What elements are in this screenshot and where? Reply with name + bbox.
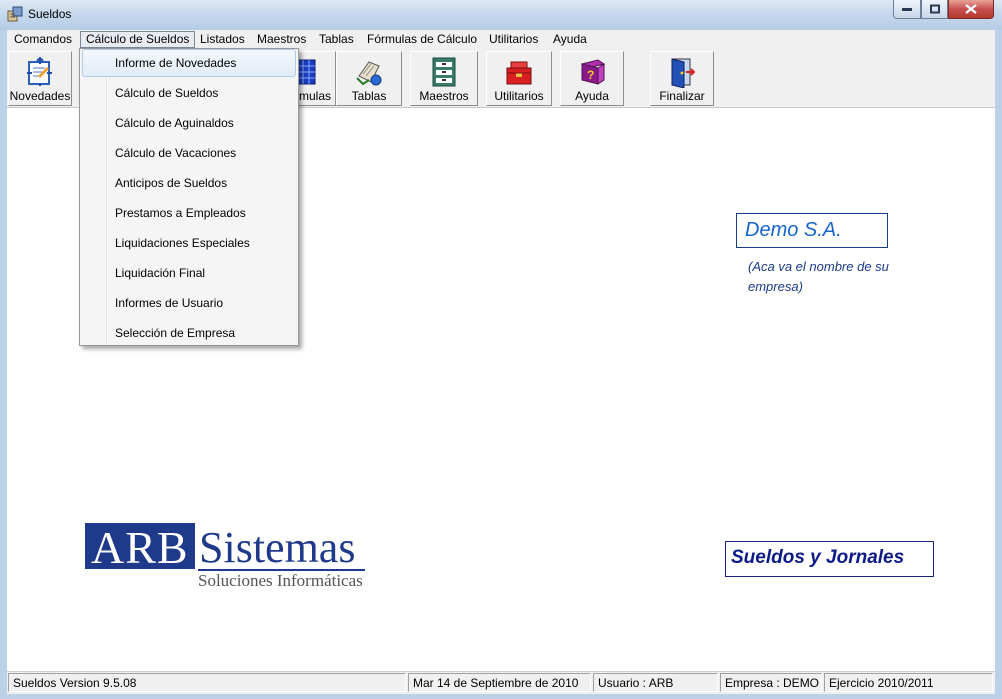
- finalizar-door-icon: [671, 58, 696, 88]
- menu-option-liquidacion-final[interactable]: Liquidación Final: [82, 259, 296, 287]
- menu-option-seleccion-de-empresa[interactable]: Selección de Empresa: [82, 319, 296, 347]
- maestros-icon: [432, 57, 456, 87]
- menu-option-liquidaciones-especiales[interactable]: Liquidaciones Especiales: [82, 229, 296, 257]
- window-title: Sueldos: [28, 7, 72, 21]
- menu-option-informe-de-novedades[interactable]: Informe de Novedades: [82, 49, 296, 77]
- maximize-button[interactable]: [921, 0, 948, 19]
- arb-sistemas-logo: ARB Sistemas Soluciones Informáticas: [85, 522, 370, 591]
- status-usuario: Usuario : ARB: [593, 673, 718, 692]
- menu-option-label: Selección de Empresa: [115, 326, 236, 340]
- menu-calculo-de-sueldos[interactable]: Cálculo de Sueldos: [80, 31, 196, 48]
- toolbar-tablas-label: Tablas: [351, 89, 387, 103]
- status-bar: Sueldos Version 9.5.08 Mar 14 de Septiem…: [7, 671, 995, 694]
- menu-option-label: Informe de Novedades: [115, 56, 237, 70]
- menu-option-label: Cálculo de Vacaciones: [115, 146, 237, 160]
- window-frame-left: [0, 30, 7, 699]
- menu-ayuda[interactable]: Ayuda: [548, 31, 592, 48]
- ayuda-book-icon: ?: [580, 59, 606, 85]
- menu-bar: Comandos Cálculo de Sueldos Listados Mae…: [7, 30, 995, 49]
- toolbar-utilitarios-button[interactable]: Utilitarios: [486, 51, 552, 106]
- toolbar-maestros-label: Maestros: [419, 89, 469, 103]
- company-note: (Aca va el nombre de su empresa): [748, 259, 889, 294]
- toolbar-finalizar-button[interactable]: Finalizar: [650, 51, 714, 106]
- svg-text:?: ?: [587, 68, 594, 82]
- close-button[interactable]: [948, 0, 994, 19]
- menu-option-informes-de-usuario[interactable]: Informes de Usuario: [82, 289, 296, 317]
- menu-comandos[interactable]: Comandos: [9, 31, 77, 48]
- status-empresa: Empresa : DEMO: [720, 673, 822, 692]
- close-icon: [965, 4, 977, 14]
- company-name: Demo S.A.: [745, 219, 842, 241]
- menu-option-prestamos-a-empleados[interactable]: Prestamos a Empleados: [82, 199, 296, 227]
- menu-option-label: Anticipos de Sueldos: [115, 176, 228, 190]
- status-date: Mar 14 de Septiembre de 2010: [408, 673, 591, 692]
- utilitarios-toolbox-icon: [506, 61, 532, 85]
- menu-option-calculo-de-aguinaldos[interactable]: Cálculo de Aguinaldos: [82, 109, 296, 137]
- status-ejercicio: Ejercicio 2010/2011: [824, 673, 993, 692]
- tablas-icon: [356, 61, 382, 86]
- menu-option-label: Liquidaciones Especiales: [115, 236, 250, 250]
- menu-option-calculo-de-vacaciones[interactable]: Cálculo de Vacaciones: [82, 139, 296, 167]
- menu-tablas[interactable]: Tablas: [314, 31, 359, 48]
- menu-maestros[interactable]: Maestros: [252, 31, 311, 48]
- toolbar-novedades-label: Novedades: [9, 89, 71, 103]
- toolbar-novedades-button[interactable]: Novedades: [8, 51, 72, 106]
- app-window: Sueldos Comandos Cálculo de Sueldos List…: [0, 0, 1002, 699]
- novedades-icon: [27, 56, 52, 86]
- product-name: Sueldos y Jornales: [731, 547, 905, 568]
- menu-listados[interactable]: Listados: [195, 31, 250, 48]
- window-frame-right: [995, 30, 1002, 699]
- toolbar-maestros-button[interactable]: Maestros: [410, 51, 478, 106]
- minimize-button[interactable]: [893, 0, 921, 19]
- company-name-box: Demo S.A.: [736, 213, 888, 248]
- logo-arb-text: ARB: [91, 522, 189, 573]
- app-icon: [7, 6, 23, 22]
- toolbar-tablas-button[interactable]: Tablas: [336, 51, 402, 106]
- maximize-icon: [929, 4, 940, 14]
- logo-tagline: Soluciones Informáticas: [198, 571, 363, 590]
- title-bar[interactable]: Sueldos: [0, 0, 1002, 30]
- minimize-icon: [902, 8, 912, 11]
- product-name-box: Sueldos y Jornales: [725, 541, 934, 577]
- menu-formulas-de-calculo[interactable]: Fórmulas de Cálculo: [362, 31, 482, 48]
- menu-option-calculo-de-sueldos[interactable]: Cálculo de Sueldos: [82, 79, 296, 107]
- menu-utilitarios[interactable]: Utilitarios: [484, 31, 543, 48]
- logo-sistemas-text: Sistemas: [199, 523, 356, 572]
- menu-option-label: Prestamos a Empleados: [115, 206, 246, 220]
- toolbar-finalizar-label: Finalizar: [659, 89, 705, 103]
- menu-option-label: Cálculo de Sueldos: [115, 86, 219, 100]
- status-version: Sueldos Version 9.5.08: [8, 673, 406, 692]
- toolbar-ayuda-label: Ayuda: [575, 89, 609, 103]
- toolbar-utilitarios-label: Utilitarios: [494, 89, 544, 103]
- toolbar-formulas-label: mulas: [298, 89, 331, 103]
- menu-option-label: Cálculo de Aguinaldos: [115, 116, 234, 130]
- toolbar-ayuda-button[interactable]: ? Ayuda: [560, 51, 624, 106]
- menu-option-label: Liquidación Final: [115, 266, 206, 280]
- calculo-de-sueldos-dropdown: Informe de Novedades Cálculo de Sueldos …: [79, 48, 299, 346]
- menu-option-anticipos-de-sueldos[interactable]: Anticipos de Sueldos: [82, 169, 296, 197]
- menu-option-label: Informes de Usuario: [115, 296, 224, 310]
